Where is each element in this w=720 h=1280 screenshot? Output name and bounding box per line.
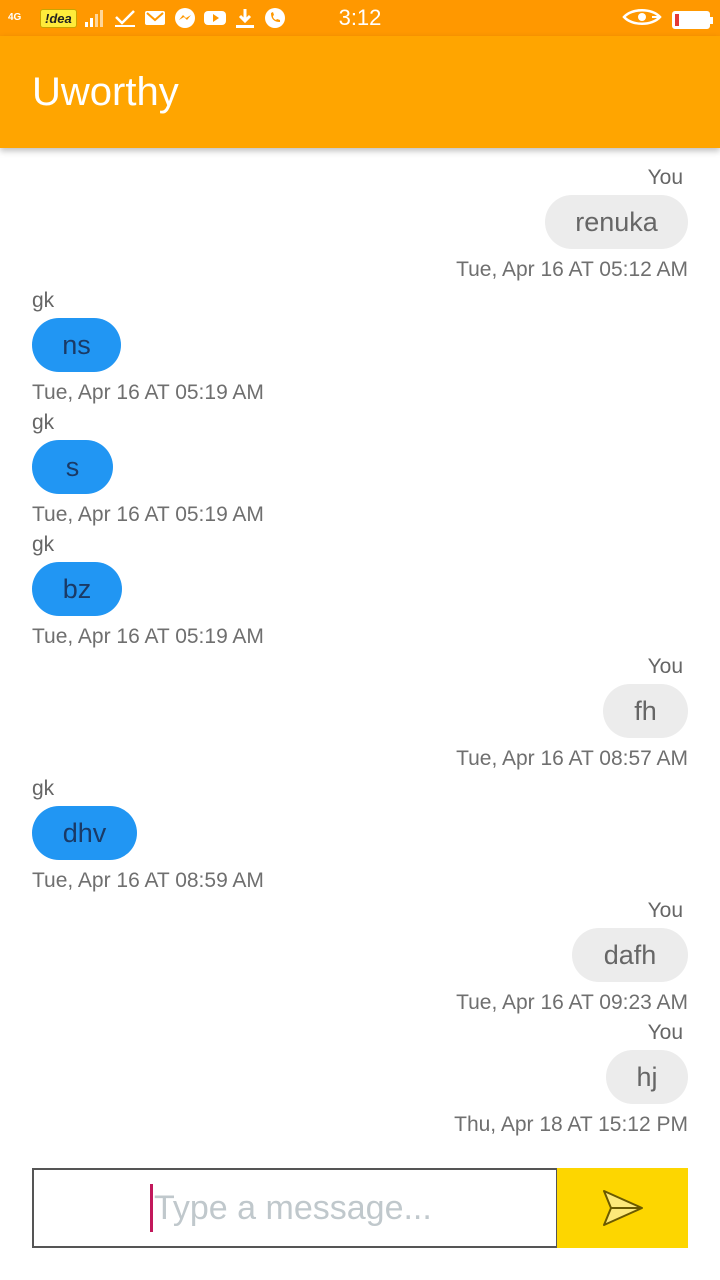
message-sender: You <box>647 655 683 678</box>
message-sender: You <box>647 899 683 922</box>
app-title: Uworthy <box>32 70 179 114</box>
eye-icon <box>622 6 662 33</box>
message-timestamp: Tue, Apr 16 AT 09:23 AM <box>456 991 688 1014</box>
message-bubble-outgoing[interactable]: renuka <box>545 195 688 249</box>
message-timestamp: Tue, Apr 16 AT 08:57 AM <box>456 747 688 770</box>
status-bar: 4G !dea 3:12 <box>0 0 720 36</box>
message-sender: gk <box>32 411 55 434</box>
message-list[interactable]: You renuka Tue, Apr 16 AT 05:12 AM gk ns… <box>0 148 720 1148</box>
battery-icon <box>672 10 713 29</box>
message-sender: gk <box>32 777 55 800</box>
message-timestamp: Thu, Apr 18 AT 15:12 PM <box>454 1113 688 1136</box>
message-timestamp: Tue, Apr 16 AT 05:19 AM <box>32 381 264 404</box>
message-sender: gk <box>32 289 55 312</box>
message-bubble-outgoing[interactable]: fh <box>603 684 688 738</box>
message-timestamp: Tue, Apr 16 AT 08:59 AM <box>32 869 264 892</box>
message-composer[interactable] <box>32 1168 558 1248</box>
message-sender: You <box>647 166 683 189</box>
message-timestamp: Tue, Apr 16 AT 05:19 AM <box>32 503 264 526</box>
message-timestamp: Tue, Apr 16 AT 05:19 AM <box>32 625 264 648</box>
message-timestamp: Tue, Apr 16 AT 05:12 AM <box>456 258 688 281</box>
message-bubble-outgoing[interactable]: dafh <box>572 928 688 982</box>
send-icon <box>602 1190 643 1226</box>
send-button[interactable] <box>557 1168 688 1248</box>
message-bubble-incoming[interactable]: dhv <box>32 806 137 860</box>
status-time: 3:12 <box>338 5 382 30</box>
message-bubble-outgoing[interactable]: hj <box>606 1050 688 1104</box>
message-sender: gk <box>32 533 55 556</box>
battery-level <box>675 13 680 26</box>
message-bubble-incoming[interactable]: s <box>32 440 113 494</box>
app-bar: Uworthy <box>0 36 720 148</box>
text-cursor <box>150 1184 153 1232</box>
message-sender: You <box>647 1021 683 1044</box>
message-bubble-incoming[interactable]: ns <box>32 318 121 372</box>
message-input[interactable] <box>154 1170 544 1246</box>
message-bubble-incoming[interactable]: bz <box>32 562 122 616</box>
